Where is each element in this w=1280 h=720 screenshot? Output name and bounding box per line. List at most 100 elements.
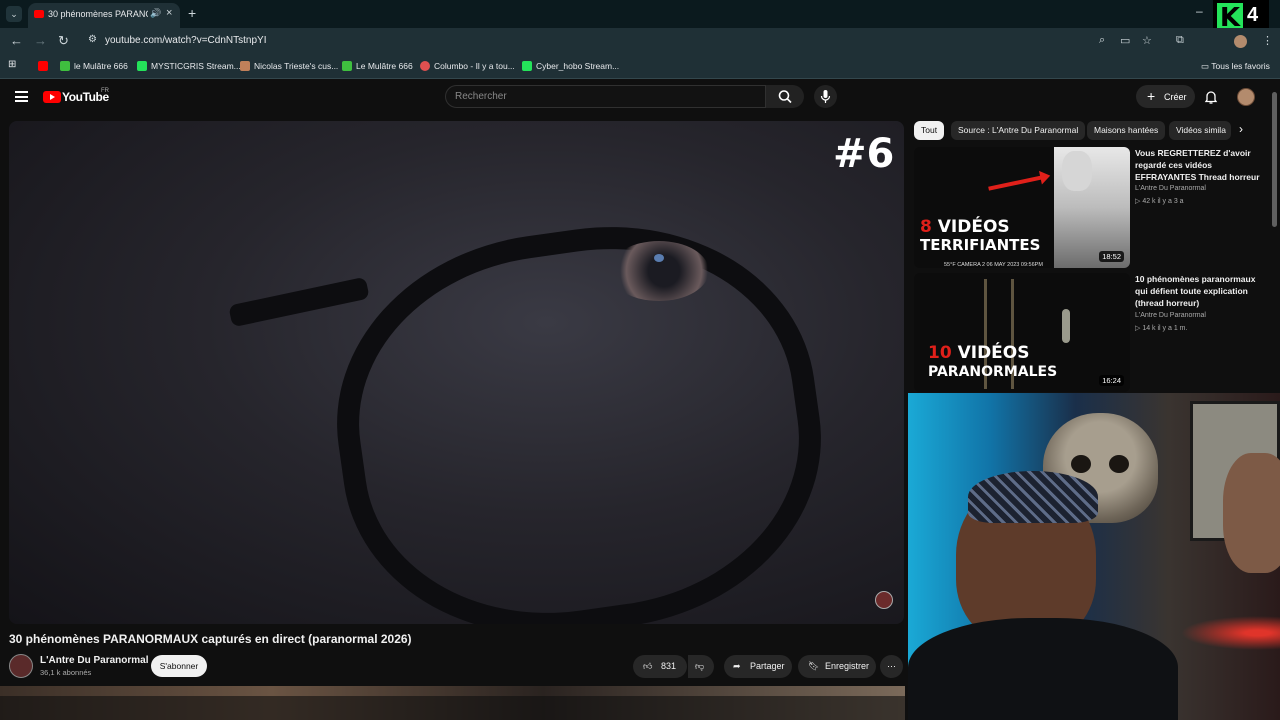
forward-arrow-icon[interactable]: →	[34, 33, 47, 48]
new-tab-plus-icon[interactable]: +	[188, 5, 196, 21]
bookmark-item[interactable]: Columbo - Il y a tou...	[420, 61, 515, 71]
bookmark-item[interactable]: Nicolas Trieste's cus...	[240, 61, 338, 71]
save-button[interactable]: 🔖︎ Enregistrer	[798, 655, 876, 678]
hamburger-menu-icon[interactable]	[15, 91, 28, 102]
zoom-icon[interactable]: ⌕	[1099, 34, 1105, 47]
url-text[interactable]: youtube.com/watch?v=CdnNTstnpYI	[105, 35, 266, 46]
glasses-bridge	[228, 276, 370, 328]
below-video-shade	[0, 696, 905, 720]
like-button[interactable]: 👍︎ 831	[633, 655, 687, 678]
tab-search-chevron-icon[interactable]: ⌄	[6, 6, 22, 22]
bookmark-play-icon	[342, 61, 352, 71]
folder-icon: ▭	[1201, 61, 1212, 71]
voice-search-button[interactable]	[814, 85, 837, 108]
recommendation-thumbnail[interactable]: 8 VIDÉOS TERRIFIANTES 55°F CAMERA 2 06 M…	[914, 147, 1130, 268]
skull-eye	[1109, 455, 1129, 473]
skull-eye	[1071, 455, 1091, 473]
channel-name[interactable]: L'Antre Du Paranormal	[40, 655, 149, 666]
search-input[interactable]: Rechercher	[445, 85, 766, 108]
logo-number: 4	[1247, 4, 1259, 26]
streamer-bandana	[968, 471, 1098, 523]
site-info-icon[interactable]: ⚙	[88, 34, 97, 45]
like-count: 831	[661, 661, 677, 671]
page-scrollbar[interactable]	[1272, 92, 1277, 227]
red-arrow-icon	[988, 175, 1043, 191]
thumbnail-figure-head	[1062, 151, 1092, 191]
browser-profile-avatar[interactable]	[1234, 35, 1247, 48]
thumb-word: VIDÉOS	[937, 217, 1010, 237]
bookmark-youtube[interactable]	[38, 61, 52, 71]
microphone-icon	[820, 90, 831, 103]
recommendation-title[interactable]: Vous REGRETTEREZ d'avoir regardé ces vid…	[1135, 147, 1260, 183]
video-duration: 16:24	[1099, 375, 1124, 386]
account-avatar[interactable]	[1237, 88, 1255, 106]
create-button[interactable]: + Créer	[1136, 85, 1195, 108]
thumb-subword: TERRIFIANTES	[920, 236, 1041, 254]
create-label: Créer	[1164, 92, 1187, 102]
video-player[interactable]: #6	[9, 121, 904, 624]
search-button[interactable]	[766, 85, 804, 108]
tab-title: 30 phénomènes PARANORMAUX	[48, 9, 148, 19]
bookmark-label: le Mulâtre 666	[74, 61, 128, 71]
poster-face	[1223, 453, 1280, 573]
region-code: FR	[101, 88, 109, 94]
dislike-button[interactable]: 👎︎	[688, 655, 714, 678]
bookmark-item[interactable]: le Mulâtre 666	[60, 61, 128, 71]
thumb-number: 10	[928, 343, 952, 363]
subscriber-count: 36,1 k abonnés	[40, 668, 92, 677]
cast-icon[interactable]: ▭	[1120, 34, 1130, 47]
recommendation-meta: ▷ 14 k il y a 1 m.	[1135, 325, 1188, 332]
streamer-shirt	[908, 618, 1178, 720]
omnibox[interactable]: ⚙ youtube.com/watch?v=CdnNTstnpYI	[82, 31, 1192, 51]
recommendation-channel[interactable]: L'Antre Du Paranormal	[1135, 312, 1206, 319]
browser-tab-bar: ⌄ 30 phénomènes PARANORMAUX 🔊 × + –	[0, 0, 1280, 28]
rank-overlay: #6	[833, 131, 895, 177]
chip-similar-videos[interactable]: Vidéos simila	[1169, 121, 1231, 140]
thumb-number: 8	[920, 217, 932, 237]
extensions-icon[interactable]: ⧉	[1176, 34, 1184, 47]
youtube-header: YouTube FR Rechercher + Créer	[0, 80, 1280, 116]
eye-shape	[609, 241, 709, 301]
recommendation-title[interactable]: 10 phénomènes paranormaux qui défient to…	[1135, 273, 1260, 309]
channel-watermark-icon[interactable]	[875, 591, 893, 609]
share-arrow-icon: ➦	[733, 661, 741, 671]
chip-all[interactable]: Tout	[914, 121, 945, 140]
menu-kebab-icon[interactable]: ⋮	[1262, 34, 1273, 47]
bell-icon	[1204, 91, 1218, 104]
eye-glint	[654, 254, 664, 262]
bookmark-label: Cyber_hobo Stream...	[536, 61, 620, 71]
apps-grid-icon[interactable]: ⊞	[8, 59, 16, 70]
more-actions-button[interactable]: ⋯	[880, 655, 903, 678]
bookmark-item[interactable]: MYSTICGRIS Stream...	[137, 61, 241, 71]
plus-icon: +	[1147, 88, 1156, 104]
thumb-subword: PARANORMALES	[928, 364, 1058, 380]
channel-avatar[interactable]	[9, 654, 33, 678]
thumbs-up-icon: 👍︎	[643, 661, 653, 671]
chip-source[interactable]: Source : L'Antre Du Paranormal	[951, 121, 1086, 140]
browser-tab[interactable]: 30 phénomènes PARANORMAUX 🔊 ×	[28, 3, 180, 28]
speaker-icon[interactable]: 🔊	[150, 8, 161, 19]
video-duration: 18:52	[1099, 251, 1124, 262]
bookmark-star-icon[interactable]: ☆	[1142, 34, 1152, 47]
chip-haunted-houses[interactable]: Maisons hantées	[1087, 121, 1166, 140]
youtube-logo-icon[interactable]	[43, 91, 61, 103]
bookmark-item[interactable]: Cyber_hobo Stream...	[522, 61, 619, 71]
notifications-button[interactable]	[1203, 89, 1219, 110]
save-label: Enregistrer	[825, 661, 870, 671]
bookmark-kick-icon	[137, 61, 147, 71]
thumbs-down-icon: 👎︎	[695, 661, 705, 671]
address-toolbar: ← → ↻ ⚙ youtube.com/watch?v=CdnNTstnpYI …	[0, 28, 1280, 54]
all-bookmarks-folder[interactable]: ▭ Tous les favoris	[1201, 61, 1270, 72]
bookmark-kick-icon	[522, 61, 532, 71]
back-arrow-icon[interactable]: ←	[10, 33, 23, 48]
share-button[interactable]: ➦ Partager	[724, 655, 792, 678]
minimize-window-icon[interactable]: –	[1196, 4, 1203, 18]
subscribe-button[interactable]: S'abonner	[151, 655, 207, 677]
reload-icon[interactable]: ↻	[58, 33, 69, 49]
chevron-right-icon[interactable]: ›	[1239, 122, 1243, 136]
recommendation-channel[interactable]: L'Antre Du Paranormal	[1135, 185, 1206, 192]
recommendation-thumbnail[interactable]: 10 VIDÉOS PARANORMALES 16:24	[914, 273, 1130, 392]
bookmark-item[interactable]: Le Mulâtre 666	[342, 61, 413, 71]
tab-close-icon[interactable]: ×	[166, 7, 172, 19]
youtube-favicon-icon	[34, 10, 44, 18]
